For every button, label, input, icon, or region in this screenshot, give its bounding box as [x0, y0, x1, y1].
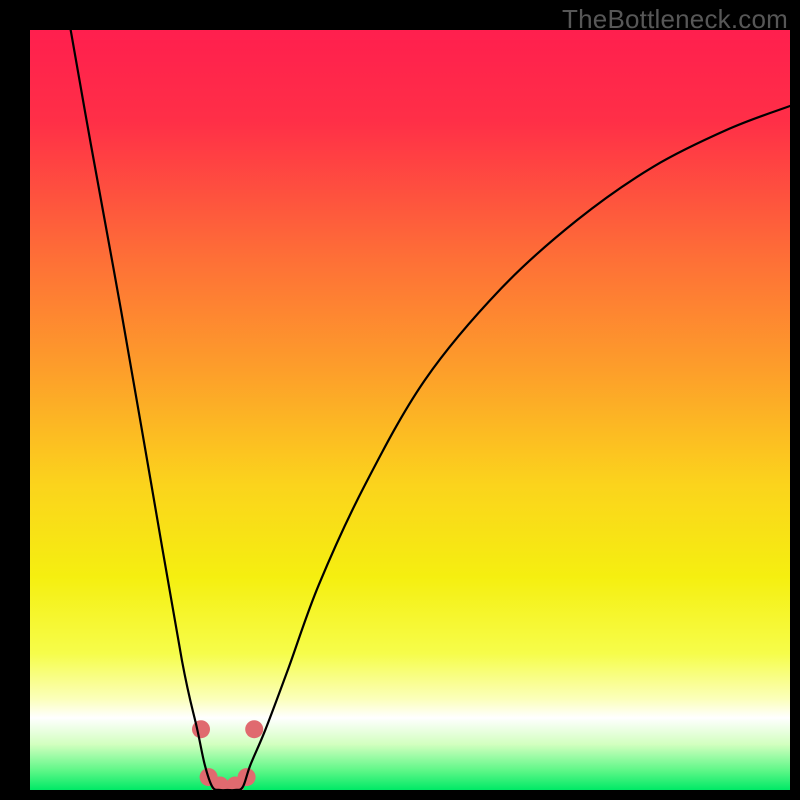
- outer-frame: TheBottleneck.com: [0, 0, 800, 800]
- watermark-text: TheBottleneck.com: [562, 4, 788, 35]
- chart-svg: [30, 30, 790, 790]
- plot-area: [30, 30, 790, 790]
- bottleneck-curve: [68, 30, 790, 790]
- highlight-marker: [245, 720, 263, 738]
